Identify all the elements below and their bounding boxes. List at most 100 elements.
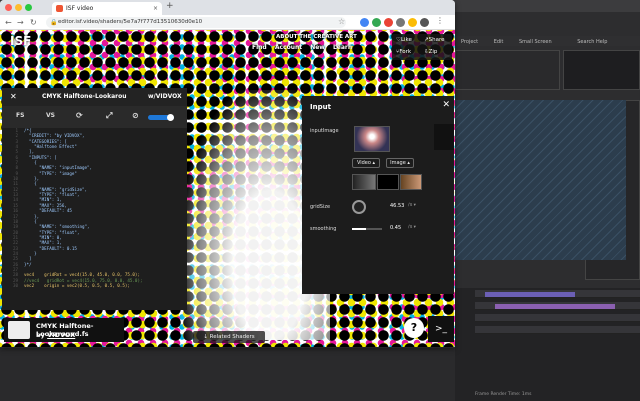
slider-fill	[352, 228, 366, 230]
expand-icon[interactable]: ⤢	[106, 111, 112, 121]
code-text: }*/	[24, 261, 32, 267]
media-thumbnail[interactable]	[400, 174, 422, 190]
fork-button[interactable]: ⑂ Fork	[396, 49, 411, 55]
code-text: //vec4 gridRot = vec4(15.0, 75.0, 0.0, 4…	[24, 277, 143, 283]
menu-dots-icon[interactable]: ⋮	[436, 16, 444, 25]
image-button-label: Image	[390, 160, 406, 166]
timeline-clip[interactable]	[485, 292, 575, 297]
shader-actions: ♡ Like ↗ Share ⑂ Fork ⇩ Zip	[392, 34, 452, 60]
media-thumbnail[interactable]	[377, 174, 399, 190]
bg-menu-item[interactable]: Project	[461, 39, 478, 45]
help-button[interactable]: ?	[404, 318, 424, 338]
param-value[interactable]: 46.53	[390, 203, 404, 209]
window-minimize-button[interactable]	[15, 4, 22, 11]
url-text: editor.isf.video/shaders/5e7a7f777d13510…	[58, 19, 203, 25]
site-logo[interactable]: ISF	[10, 34, 31, 48]
param-value[interactable]: 0.45	[390, 225, 401, 231]
refresh-icon[interactable]: ⟳	[76, 111, 83, 120]
favicon-icon	[56, 5, 63, 12]
tagline-word: CREATIVE	[313, 34, 343, 40]
timeline-track	[475, 326, 640, 334]
param-unit-toggle[interactable]: /π ▾	[408, 225, 416, 230]
browser-toolbar: ← → ↻ 🔒 editor.isf.video/shaders/5e7a7f7…	[0, 15, 455, 30]
extension-icon[interactable]	[384, 18, 393, 27]
extension-icon[interactable]	[408, 18, 417, 27]
nav-learn[interactable]: Learn	[333, 44, 352, 51]
related-shaders-button[interactable]: ↓ Related Shaders	[193, 331, 265, 343]
extension-icon[interactable]	[360, 18, 369, 27]
browser-tab[interactable]: ISF video ×	[52, 2, 162, 15]
image-button[interactable]: Image ▴	[386, 158, 414, 168]
preview-side-thumb[interactable]	[434, 124, 454, 150]
tab-bar: ISF video × +	[0, 0, 455, 15]
extension-icon[interactable]	[372, 18, 381, 27]
desktop-dock-area	[0, 348, 455, 401]
bg-menu-item[interactable]: Small Screen	[519, 39, 552, 45]
background-timeline: Frame Render Time: 1ms	[455, 288, 640, 401]
code-text: "TYPE": "image"	[24, 170, 77, 176]
share-button[interactable]: ↗ Share	[424, 37, 444, 43]
tab-fs[interactable]: FS	[16, 112, 24, 119]
media-thumbnail[interactable]	[352, 174, 376, 190]
like-label: Like	[400, 37, 412, 43]
zip-label: Zip	[428, 49, 438, 55]
timeline-clip[interactable]	[495, 304, 615, 309]
code-area[interactable]: 1/*{2 "CREDIT": "by VIDVOX", 3 "CATEGORIE…	[2, 128, 187, 310]
site-tagline: ABOUT THE CREATIVE ART	[276, 34, 357, 40]
profile-avatar[interactable]	[420, 18, 429, 27]
forward-arrow-icon[interactable]: →	[17, 17, 24, 28]
code-text: "MAX": 1,	[24, 240, 62, 246]
code-text: "NAME": "smoothing",	[24, 224, 90, 230]
zip-button[interactable]: ⇩ Zip	[424, 49, 437, 55]
nav-find[interactable]: Find	[252, 44, 267, 51]
code-text: "TYPE": "float",	[24, 229, 80, 235]
new-tab-icon[interactable]: +	[166, 1, 174, 11]
smoothing-slider[interactable]	[352, 228, 382, 230]
code-line[interactable]: 30 vec2 origin = vec2(0.5, 0.5, 0.5, 0.5)…	[4, 283, 187, 288]
reload-icon[interactable]: ↻	[30, 17, 37, 28]
nav-account[interactable]: Account	[275, 44, 302, 51]
bg-search-help[interactable]: Search Help	[577, 39, 607, 45]
code-text: /*{	[24, 128, 32, 133]
extension-icon[interactable]	[396, 18, 405, 27]
input-image-label: inputImage	[310, 128, 339, 134]
frame-render-time: Frame Render Time: 1ms	[475, 392, 532, 397]
gridsize-knob[interactable]	[352, 200, 366, 214]
window-close-button[interactable]	[5, 4, 12, 11]
console-button[interactable]: >_	[428, 316, 454, 342]
editor-header: ✕ CMYK Halftone-Lookarou w/VIDVOX	[2, 88, 187, 106]
video-button-label: Video	[356, 160, 371, 166]
code-text: "DEFAULT": 0.15	[24, 245, 77, 251]
address-bar[interactable]: 🔒 editor.isf.video/shaders/5e7a7f777d135…	[46, 17, 346, 28]
bg-menu-item[interactable]: Edit	[494, 39, 504, 45]
bookmark-star-icon[interactable]: ☆	[338, 17, 345, 26]
param-label: smoothing	[310, 226, 337, 232]
hide-preview-icon[interactable]: ⊘	[132, 111, 139, 120]
site-nav: Find Account New Learn	[252, 44, 358, 51]
back-arrow-icon[interactable]: ←	[5, 17, 12, 28]
nav-new[interactable]: New	[310, 44, 325, 51]
video-button[interactable]: Video ▴	[352, 158, 380, 168]
window-maximize-button[interactable]	[25, 4, 32, 11]
code-text: "MIN": 1,	[24, 197, 62, 203]
close-input-panel-icon[interactable]: ✕	[442, 100, 450, 110]
shader-code-editor: ✕ CMYK Halftone-Lookarou w/VIDVOX FS VS …	[2, 88, 187, 310]
code-text: vec4 gridRot = vec4(15.0, 45.0, 0.0, 75.…	[24, 272, 140, 278]
author-link[interactable]: VIDVOX	[47, 331, 75, 339]
code-text: "CREDIT": "by VIDVOX",	[24, 133, 85, 139]
code-text: "TYPE": "float",	[24, 192, 80, 198]
close-editor-icon[interactable]: ✕	[10, 88, 17, 106]
editor-toggle[interactable]	[148, 114, 174, 121]
share-label: Share	[428, 37, 445, 43]
param-unit-toggle[interactable]: /π ▾	[408, 203, 416, 208]
lock-icon: 🔒	[50, 19, 58, 26]
input-panel-title: Input	[310, 103, 331, 111]
tagline-word: ART	[344, 34, 357, 40]
fork-label: Fork	[399, 49, 412, 55]
input-panel: Input ✕ inputImage Video ▴ Image ▴ gridS…	[302, 96, 454, 294]
tab-close-icon[interactable]: ×	[153, 2, 158, 15]
code-text: "MIN": 0,	[24, 234, 62, 240]
like-button[interactable]: ♡ Like	[396, 37, 412, 43]
tab-vs[interactable]: VS	[46, 112, 55, 119]
input-image-preview[interactable]	[354, 126, 390, 152]
